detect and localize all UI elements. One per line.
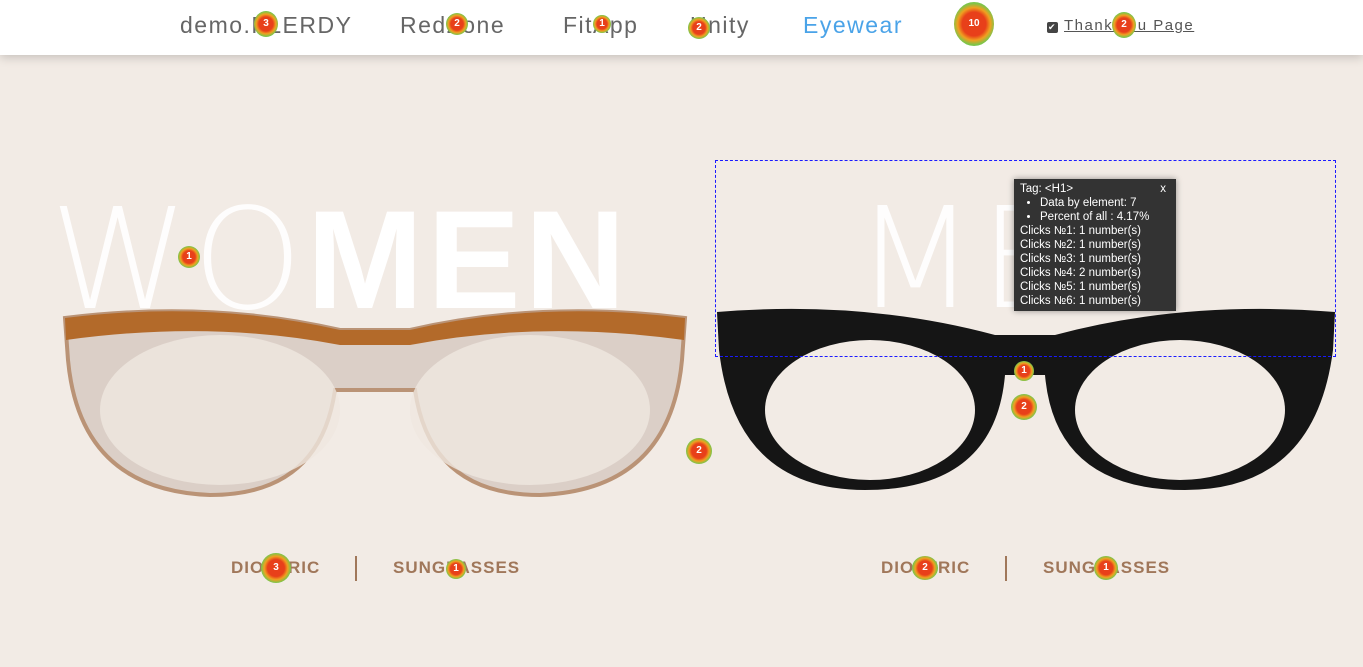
tooltip-clicks: Clicks №4: 2 number(s) — [1020, 267, 1141, 279]
top-nav: demo.PLERDY RedZone FitApp Unity Eyewear… — [0, 0, 1363, 55]
heatmap-spot: 2 — [688, 17, 710, 39]
tooltip-clicks: Clicks №3: 1 number(s) — [1020, 253, 1141, 265]
tooltip-clicks: Clicks №6: 1 number(s) — [1020, 295, 1141, 307]
nav-eyewear[interactable]: Eyewear — [803, 12, 903, 39]
women-glasses-image[interactable] — [60, 300, 690, 510]
heatmap-spot: 2 — [1112, 12, 1136, 38]
divider — [1005, 556, 1007, 581]
heatmap-spot: 1 — [1094, 556, 1118, 580]
heatmap-spot: 2 — [1011, 394, 1037, 420]
tooltip-clicks: Clicks №2: 1 number(s) — [1020, 239, 1141, 251]
tooltip-data-by-element: Data by element: 7 — [1040, 196, 1170, 210]
tooltip-clicks: Clicks №1: 1 number(s) — [1020, 225, 1141, 237]
heatmap-spot: 2 — [912, 556, 938, 580]
tooltip-close-button[interactable]: x — [1160, 182, 1166, 196]
heatmap-spot: 1 — [178, 246, 200, 268]
heatmap-spot: 10 — [954, 2, 994, 46]
checkbox-icon: ✔ — [1047, 22, 1058, 33]
heatmap-spot: 1 — [1014, 361, 1034, 381]
heatmap-spot: 1 — [593, 15, 611, 33]
heatmap-spot: 1 — [446, 559, 466, 579]
heatmap-spot: 3 — [254, 11, 278, 37]
heatmap-spot: 2 — [446, 13, 468, 35]
element-stats-tooltip: Tag: <H1> x Data by element: 7Percent of… — [1014, 179, 1176, 311]
tooltip-clicks: Clicks №5: 1 number(s) — [1020, 281, 1141, 293]
divider — [355, 556, 357, 581]
heatmap-spot: 2 — [686, 438, 712, 464]
tooltip-percent: Percent of all : 4.17% — [1040, 210, 1170, 224]
tooltip-tag: Tag: <H1> — [1020, 183, 1074, 195]
heatmap-spot: 3 — [261, 553, 291, 583]
